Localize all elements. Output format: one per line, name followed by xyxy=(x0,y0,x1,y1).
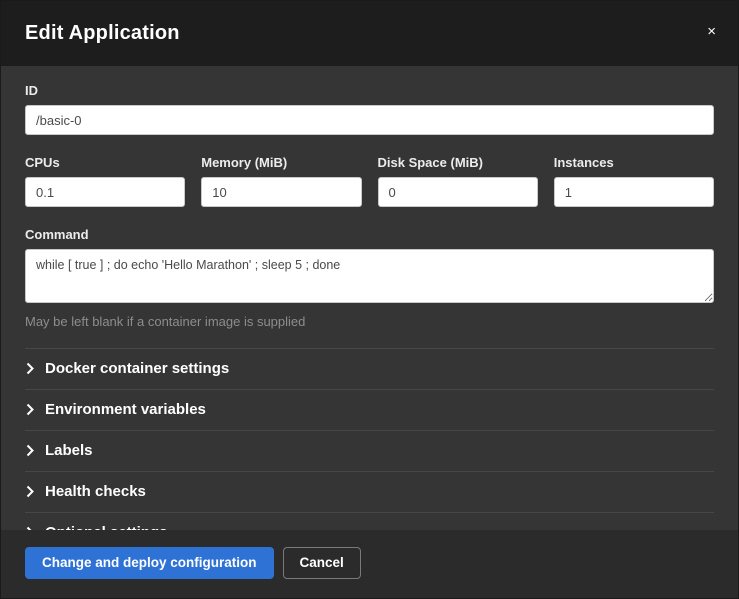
command-help-text: May be left blank if a container image i… xyxy=(25,314,714,329)
disk-input[interactable] xyxy=(378,177,538,207)
chevron-right-icon xyxy=(26,485,34,498)
chevron-right-icon xyxy=(26,444,34,457)
section-label: Docker container settings xyxy=(45,360,229,377)
section-docker-container-settings[interactable]: Docker container settings xyxy=(25,348,714,389)
close-icon[interactable]: × xyxy=(707,24,716,39)
command-field-group: Command while [ true ] ; do echo 'Hello … xyxy=(25,227,714,329)
section-optional-settings[interactable]: Optional settings xyxy=(25,512,714,530)
command-input[interactable]: while [ true ] ; do echo 'Hello Marathon… xyxy=(25,249,714,303)
id-input[interactable] xyxy=(25,105,714,135)
section-label: Labels xyxy=(45,442,93,459)
modal-footer: Change and deploy configuration Cancel xyxy=(1,530,738,598)
memory-field-group: Memory (MiB) xyxy=(201,155,361,207)
section-labels[interactable]: Labels xyxy=(25,430,714,471)
cpus-field-group: CPUs xyxy=(25,155,185,207)
collapsible-sections: Docker container settings Environment va… xyxy=(25,348,714,530)
modal-header: Edit Application × xyxy=(1,1,738,66)
modal-body: ID CPUs Memory (MiB) Disk Space (MiB) In… xyxy=(1,66,738,530)
cancel-button[interactable]: Cancel xyxy=(283,547,361,579)
id-field-group: ID xyxy=(25,83,714,135)
cpus-input[interactable] xyxy=(25,177,185,207)
change-and-deploy-button[interactable]: Change and deploy configuration xyxy=(25,547,274,579)
section-label: Health checks xyxy=(45,483,146,500)
instances-label: Instances xyxy=(554,155,714,170)
memory-input[interactable] xyxy=(201,177,361,207)
edit-application-modal: Edit Application × ID CPUs Memory (MiB) … xyxy=(0,0,739,599)
section-label: Environment variables xyxy=(45,401,206,418)
id-label: ID xyxy=(25,83,714,98)
instances-input[interactable] xyxy=(554,177,714,207)
disk-field-group: Disk Space (MiB) xyxy=(378,155,538,207)
memory-label: Memory (MiB) xyxy=(201,155,361,170)
command-label: Command xyxy=(25,227,714,242)
chevron-right-icon xyxy=(26,362,34,375)
modal-title: Edit Application xyxy=(25,21,180,45)
chevron-right-icon xyxy=(26,403,34,416)
section-environment-variables[interactable]: Environment variables xyxy=(25,389,714,430)
cpus-label: CPUs xyxy=(25,155,185,170)
disk-label: Disk Space (MiB) xyxy=(378,155,538,170)
section-health-checks[interactable]: Health checks xyxy=(25,471,714,512)
instances-field-group: Instances xyxy=(554,155,714,207)
resources-row: CPUs Memory (MiB) Disk Space (MiB) Insta… xyxy=(25,155,714,207)
